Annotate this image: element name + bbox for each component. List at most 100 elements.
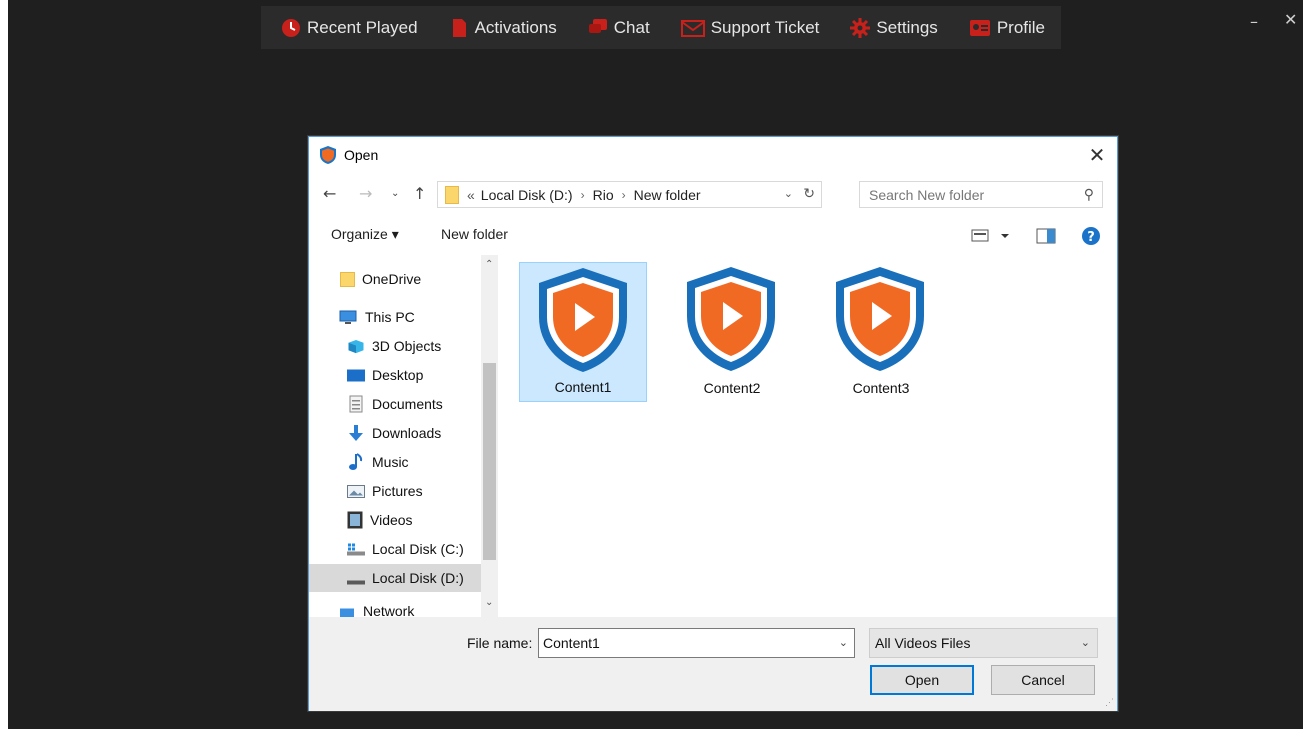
breadcrumb-local-disk-d[interactable]: Local Disk (D:) (481, 187, 573, 203)
address-dropdown-icon[interactable]: ⌄ (784, 187, 793, 200)
music-icon (349, 453, 363, 470)
dialog-title: Open (344, 147, 379, 163)
nav-recent-played[interactable]: Recent Played (281, 6, 418, 49)
nav-pane-item-pictures[interactable]: Pictures (309, 477, 481, 505)
new-folder-button[interactable]: New folder (441, 226, 508, 242)
scroll-down-icon[interactable]: ⌄ (485, 597, 493, 608)
search-input[interactable]: Search New folder ⚲ (859, 181, 1103, 208)
nav-pane-item-local-disk-d[interactable]: Local Disk (D:) (309, 564, 481, 592)
nav-pane-label: Documents (372, 396, 443, 412)
file-name-label: Content1 (554, 379, 612, 395)
folder-icon (445, 185, 459, 204)
file-type-value: All Videos Files (875, 635, 971, 651)
chevron-down-icon: ⌄ (1080, 637, 1090, 649)
nav-activations[interactable]: Activations (449, 6, 557, 49)
file-name-input[interactable]: Content1 ⌄ (538, 628, 855, 658)
pictures-icon (347, 484, 365, 498)
nav-pane-label: Music (372, 454, 409, 470)
nav-pane-item-music[interactable]: Music (309, 448, 481, 476)
clock-icon (282, 18, 300, 37)
shield-play-icon (320, 146, 336, 164)
id-card-icon (969, 19, 990, 36)
preview-pane-icon[interactable] (1036, 228, 1056, 244)
documents-icon (349, 395, 363, 413)
forward-arrow-icon[interactable]: → (359, 184, 372, 203)
file-name-label: Content2 (703, 380, 761, 396)
breadcrumb-separator-icon: › (580, 187, 585, 202)
file-type-select[interactable]: All Videos Files ⌄ (869, 628, 1098, 658)
scroll-up-icon[interactable]: ⌃ (485, 259, 493, 270)
file-list-pane: Content1 Content2 Content3 (498, 255, 1117, 617)
recent-locations-chevron-icon[interactable]: ⌄ (391, 188, 399, 199)
computer-icon (339, 310, 357, 324)
navigation-pane-scrollbar[interactable]: ⌃ ⌄ (481, 255, 498, 617)
dialog-title-bar: Open ✕ (309, 137, 1117, 173)
nav-chat-label: Chat (613, 17, 650, 37)
breadcrumb-new-folder[interactable]: New folder (634, 187, 701, 203)
nav-support-ticket[interactable]: Support Ticket (680, 6, 820, 49)
file-item-content3[interactable]: Content3 (817, 262, 945, 402)
chevron-down-icon[interactable]: ⌄ (839, 636, 848, 649)
organize-button[interactable]: Organize ▾ (331, 226, 399, 243)
nav-pane-label: Downloads (372, 425, 442, 441)
nav-support-ticket-label: Support Ticket (710, 17, 820, 37)
resize-grip-icon[interactable]: ⋰ (1105, 697, 1114, 708)
nav-pane-item-network[interactable]: Network (309, 597, 481, 617)
nav-pane-item-documents[interactable]: Documents (309, 390, 481, 418)
nav-pane-item-3d-objects[interactable]: 3D Objects (309, 332, 481, 360)
help-icon[interactable]: ? (1081, 226, 1101, 246)
app-close-button[interactable]: ✕ (1284, 10, 1297, 29)
nav-recent-played-label: Recent Played (307, 17, 418, 37)
cancel-button[interactable]: Cancel (991, 665, 1095, 695)
breadcrumb-rio[interactable]: Rio (593, 187, 614, 203)
nav-pane-item-desktop[interactable]: Desktop (309, 361, 481, 389)
address-bar[interactable]: « Local Disk (D:) › Rio › New folder ⌄ ↻ (437, 181, 822, 208)
nav-pane-item-this-pc[interactable]: This PC (309, 303, 481, 331)
dialog-close-button[interactable]: ✕ (1085, 143, 1109, 167)
download-icon (349, 425, 363, 441)
cube-icon (348, 339, 364, 353)
drive-icon (347, 580, 365, 584)
open-button[interactable]: Open (870, 665, 974, 695)
dialog-footer: File name: Content1 ⌄ All Videos Files ⌄… (309, 617, 1117, 711)
refresh-icon[interactable]: ↻ (803, 185, 815, 202)
nav-pane-label: Local Disk (D:) (372, 570, 464, 586)
nav-pane-item-videos[interactable]: Videos (309, 506, 481, 534)
drive-icon (347, 543, 365, 555)
address-overflow-chevron[interactable]: « (467, 187, 475, 203)
nav-pane-label: OneDrive (362, 271, 422, 287)
view-options-icon[interactable] (971, 229, 1011, 243)
nav-pane-item-downloads[interactable]: Downloads (309, 419, 481, 447)
nav-pane-label: Videos (370, 512, 413, 528)
shield-play-icon (539, 268, 627, 372)
svg-text:?: ? (1087, 230, 1095, 245)
chat-icon (588, 18, 607, 33)
scrollbar-thumb[interactable] (483, 363, 496, 560)
desktop-icon (347, 369, 365, 381)
gear-icon (850, 17, 871, 38)
nav-chat[interactable]: Chat (588, 6, 650, 49)
nav-pane-label: Desktop (372, 367, 424, 383)
file-name-value: Content1 (543, 635, 600, 651)
file-item-content1[interactable]: Content1 (519, 262, 647, 402)
nav-settings-label: Settings (876, 17, 938, 37)
up-arrow-icon[interactable]: ↑ (413, 184, 426, 203)
back-arrow-icon[interactable]: ← (323, 184, 336, 203)
search-icon: ⚲ (1083, 186, 1094, 202)
nav-profile[interactable]: Profile (969, 6, 1045, 49)
nav-pane-item-local-disk-c[interactable]: Local Disk (C:) (309, 535, 481, 563)
nav-settings[interactable]: Settings (850, 6, 938, 49)
nav-pane-label: 3D Objects (372, 338, 442, 354)
top-navigation-bar: Recent Played Activations Chat Support T… (261, 6, 1061, 49)
nav-pane-item-onedrive[interactable]: OneDrive (309, 265, 481, 293)
nav-pane-label: Local Disk (C:) (372, 541, 464, 557)
file-item-content2[interactable]: Content2 (668, 262, 796, 402)
minimize-button[interactable]: – (1250, 12, 1258, 31)
nav-pane-label: Network (363, 603, 415, 617)
network-icon (340, 608, 354, 617)
videos-icon (347, 511, 363, 529)
nav-pane-label: This PC (365, 309, 415, 325)
mail-icon (680, 19, 705, 37)
address-row: ← → ⌄ ↑ « Local Disk (D:) › Rio › New fo… (309, 180, 1117, 210)
navigation-pane: OneDrive This PC 3D Objects Desktop Docu… (309, 255, 498, 617)
